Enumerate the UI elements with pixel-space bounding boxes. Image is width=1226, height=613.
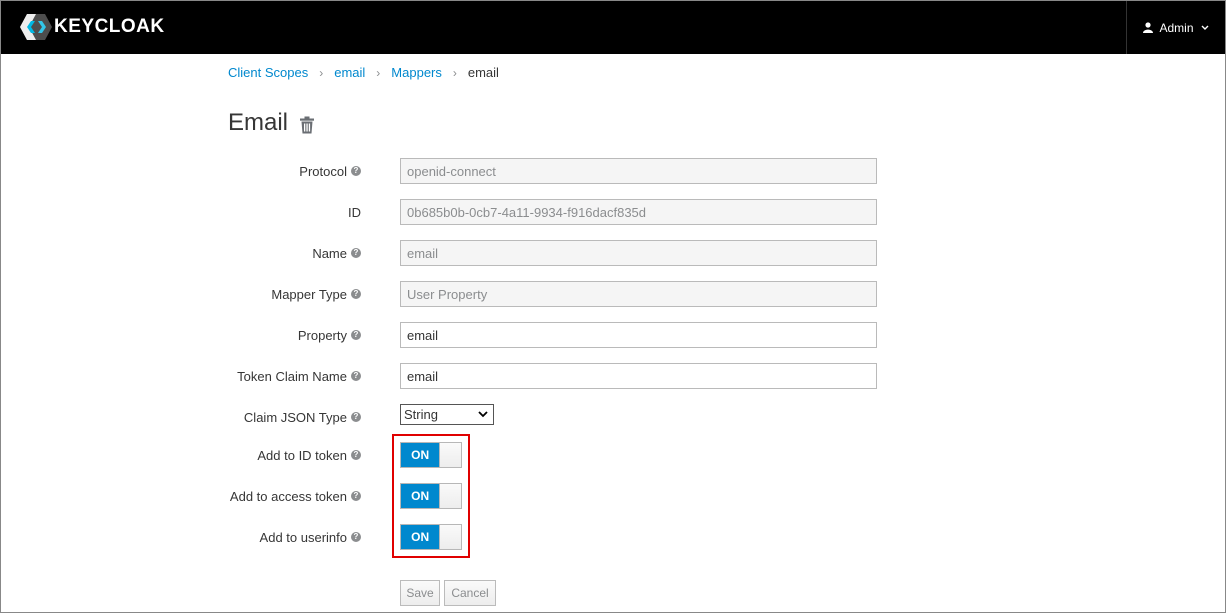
token-claim-name-label-text: Token Claim Name xyxy=(237,368,347,384)
switch-on-label: ON xyxy=(401,484,440,508)
name-label: Name ? xyxy=(312,240,361,266)
keycloak-logo-icon xyxy=(20,14,52,40)
protocol-row: Protocol ? xyxy=(1,158,1225,184)
add-to-id-token-switch[interactable]: ON xyxy=(400,442,462,468)
add-to-userinfo-label-text: Add to userinfo xyxy=(259,529,347,545)
chevron-down-icon xyxy=(1201,25,1208,30)
add-to-access-token-label-text: Add to access token xyxy=(229,488,347,504)
switch-knob xyxy=(439,443,461,467)
id-row: ID xyxy=(1,199,1225,225)
id-field xyxy=(400,199,877,225)
breadcrumb-separator: › xyxy=(319,65,324,80)
switch-knob xyxy=(439,525,461,549)
property-input[interactable] xyxy=(400,322,877,348)
help-icon[interactable]: ? xyxy=(351,289,361,299)
breadcrumb-client-scopes[interactable]: Client Scopes xyxy=(228,65,308,80)
protocol-field xyxy=(400,158,877,184)
add-to-access-token-switch[interactable]: ON xyxy=(400,483,462,509)
property-row: Property ? xyxy=(1,322,1225,348)
switch-knob xyxy=(439,484,461,508)
protocol-label-text: Protocol xyxy=(299,163,347,179)
breadcrumb: Client Scopes › email › Mappers › email xyxy=(228,65,499,80)
protocol-label: Protocol ? xyxy=(299,158,361,184)
id-label: ID xyxy=(348,199,361,225)
breadcrumb-separator: › xyxy=(452,65,457,80)
breadcrumb-mappers[interactable]: Mappers xyxy=(391,65,442,80)
page-title: Email xyxy=(228,109,289,136)
name-row: Name ? xyxy=(1,240,1225,266)
switch-on-label: ON xyxy=(401,443,440,467)
breadcrumb-separator: › xyxy=(376,65,381,80)
breadcrumb-current: email xyxy=(467,65,499,80)
cancel-button[interactable]: Cancel xyxy=(444,580,496,606)
claim-json-type-select[interactable]: String xyxy=(400,404,494,425)
help-icon[interactable]: ? xyxy=(351,166,361,176)
mapper-type-row: Mapper Type ? xyxy=(1,281,1225,307)
breadcrumb-email-scope[interactable]: email xyxy=(334,65,365,80)
add-to-access-token-label: Add to access token ? xyxy=(230,483,361,509)
user-name: Admin xyxy=(1159,20,1194,35)
help-icon[interactable]: ? xyxy=(351,330,361,340)
add-to-userinfo-switch[interactable]: ON xyxy=(400,524,462,550)
help-icon[interactable]: ? xyxy=(351,248,361,258)
token-claim-name-input[interactable] xyxy=(400,363,877,389)
help-icon[interactable]: ? xyxy=(351,412,361,422)
property-label: Property ? xyxy=(298,322,361,348)
trash-icon[interactable] xyxy=(299,116,315,134)
property-label-text: Property xyxy=(297,327,347,343)
add-to-userinfo-row: Add to userinfo ? ON xyxy=(1,524,1225,550)
user-icon xyxy=(1143,22,1154,33)
claim-json-type-label-text: Claim JSON Type xyxy=(243,409,347,425)
chevron-down-icon xyxy=(478,411,488,418)
id-label-text: ID xyxy=(348,204,361,220)
user-menu[interactable]: Admin xyxy=(1126,1,1225,54)
add-to-userinfo-label: Add to userinfo ? xyxy=(260,524,361,550)
page-title-area: Email xyxy=(228,109,315,137)
keycloak-logo[interactable]: KEYCLOAK xyxy=(19,12,165,42)
mapper-type-field xyxy=(400,281,877,307)
help-icon[interactable]: ? xyxy=(351,491,361,501)
token-claim-name-label: Token Claim Name ? xyxy=(237,363,361,389)
help-icon[interactable]: ? xyxy=(351,532,361,542)
help-icon[interactable]: ? xyxy=(351,450,361,460)
mapper-type-label-text: Mapper Type xyxy=(271,286,347,302)
switch-on-label: ON xyxy=(401,525,440,549)
help-icon[interactable]: ? xyxy=(351,371,361,381)
add-to-access-token-row: Add to access token ? ON xyxy=(1,483,1225,509)
add-to-id-token-row: Add to ID token ? ON xyxy=(1,442,1225,468)
top-navbar: KEYCLOAK Admin xyxy=(1,1,1225,54)
token-claim-name-row: Token Claim Name ? xyxy=(1,363,1225,389)
name-field xyxy=(400,240,877,266)
logo-text: KEYCLOAK xyxy=(54,16,165,37)
claim-json-type-value: String xyxy=(404,407,438,422)
add-to-id-token-label: Add to ID token ? xyxy=(257,442,361,468)
mapper-type-label: Mapper Type ? xyxy=(271,281,361,307)
claim-json-type-row: Claim JSON Type ? String xyxy=(1,404,1225,430)
save-button[interactable]: Save xyxy=(400,580,440,606)
name-label-text: Name xyxy=(312,245,347,261)
claim-json-type-label: Claim JSON Type ? xyxy=(244,404,361,430)
add-to-id-token-label-text: Add to ID token xyxy=(257,447,347,463)
